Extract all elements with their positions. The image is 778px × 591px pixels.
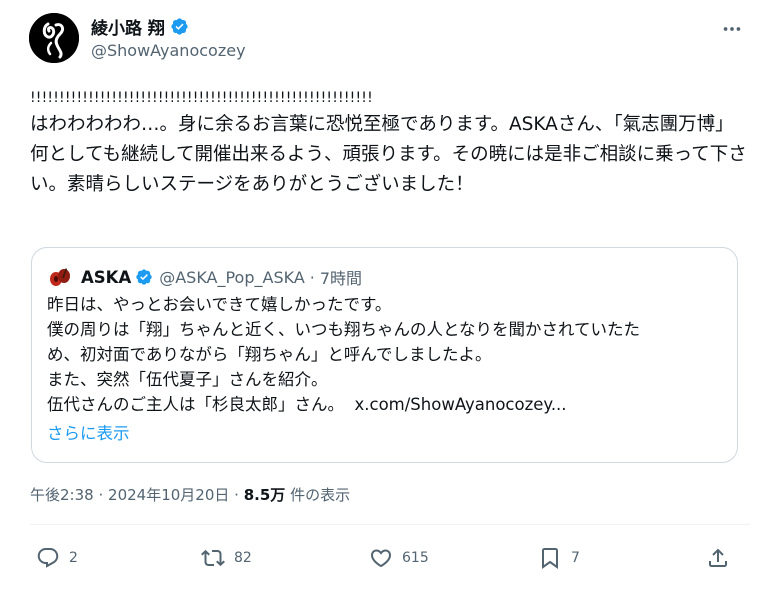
quoted-line: 伍代さんのご主人は「杉良太郎」さん。: [47, 395, 344, 414]
display-name[interactable]: 綾小路 翔: [91, 14, 165, 39]
bookmark-count: 7: [571, 550, 580, 566]
retweet-icon: [201, 549, 225, 567]
more-dots-icon: [723, 27, 741, 31]
quoted-timestamp[interactable]: 7時間: [320, 265, 362, 289]
quoted-separator: ·: [309, 267, 315, 287]
meta-separator: ·: [234, 486, 239, 504]
meta-separator: ·: [98, 486, 104, 504]
avatar-image: [29, 13, 79, 63]
divider: [30, 524, 750, 525]
quoted-line: め、初対面でありながら「翔ちゃん」と呼んでしましたよ。: [47, 345, 492, 364]
tweet-header: 綾小路 翔 @ShowAyanocozey: [29, 12, 749, 68]
verified-badge-icon: [136, 269, 152, 285]
tweet-date[interactable]: 2024年10月20日: [108, 486, 229, 504]
avatar[interactable]: [29, 13, 79, 63]
quoted-avatar[interactable]: [47, 264, 73, 290]
verified-badge-icon: [171, 18, 188, 35]
share-icon: [709, 548, 727, 567]
quoted-line: 僕の周りは「翔」ちゃんと近く、いつも翔ちゃんの人となりを聞かされていたた: [47, 320, 641, 339]
show-more-link[interactable]: さらに表示: [47, 420, 130, 444]
quoted-display-name[interactable]: ASKA: [81, 268, 131, 287]
tweet-body: はわわわわわ…。身に余るお言葉に恐悦至極であります。ASKAさん、「氣志團万博」…: [30, 114, 747, 195]
quoted-last-line: 伍代さんのご主人は「杉良太郎」さん。 x.com/ShowAyanocozey.…: [47, 392, 727, 417]
action-bar: 2 82 615 7: [30, 540, 750, 576]
view-count: 8.5万: [243, 486, 286, 504]
reply-button[interactable]: 2: [36, 540, 78, 576]
like-count: 615: [402, 550, 429, 566]
like-button[interactable]: 615: [369, 540, 429, 576]
bookmark-button[interactable]: 7: [538, 540, 580, 576]
quoted-line: 昨日は、やっとお会いできて嬉しかったです。: [47, 295, 392, 314]
quoted-handle[interactable]: @ASKA_Pop_ASKA: [159, 268, 305, 287]
reply-count: 2: [69, 550, 78, 566]
tweet-exclamations: !!!!!!!!!!!!!!!!!!!!!!!!!!!!!!!!!!!!!!!!…: [30, 90, 373, 106]
quoted-tweet-header: ASKA @ASKA_Pop_ASKA · 7時間: [47, 264, 362, 290]
more-options-button[interactable]: [715, 16, 749, 42]
violin-avatar-icon: [47, 264, 73, 290]
view-count-label: 件の表示: [290, 486, 351, 504]
reply-icon: [37, 548, 59, 568]
tweet-text: !!!!!!!!!!!!!!!!!!!!!!!!!!!!!!!!!!!!!!!!…: [30, 88, 750, 200]
heart-icon: [370, 549, 392, 568]
retweet-count: 82: [234, 550, 252, 566]
quoted-link[interactable]: x.com/ShowAyanocozey...: [355, 395, 567, 414]
name-row: 綾小路 翔: [91, 14, 189, 39]
tweet-meta: 午後2:38 · 2024年10月20日 · 8.5万 件の表示: [30, 484, 350, 505]
handle[interactable]: @ShowAyanocozey: [91, 41, 246, 60]
bookmark-icon: [542, 548, 558, 569]
quoted-tweet-body: 昨日は、やっとお会いできて嬉しかったです。 僕の周りは「翔」ちゃんと近く、いつも…: [47, 292, 727, 417]
quoted-tweet[interactable]: ASKA @ASKA_Pop_ASKA · 7時間 昨日は、やっとお会いできて嬉…: [31, 247, 738, 463]
quoted-line: また、突然「伍代夏子」さんを紹介。: [47, 370, 328, 389]
retweet-button[interactable]: 82: [201, 540, 252, 576]
share-button[interactable]: [706, 540, 730, 576]
tweet-time[interactable]: 午後2:38: [30, 486, 94, 504]
